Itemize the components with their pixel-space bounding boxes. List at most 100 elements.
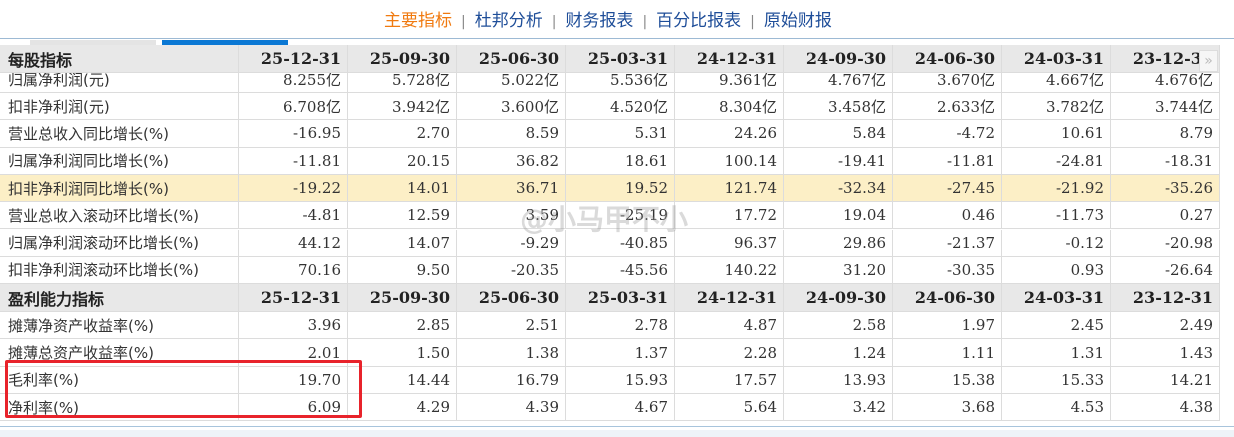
row-value: 13.93 xyxy=(784,366,893,393)
nav-separator: | xyxy=(750,14,755,30)
date-column-header[interactable]: 25-06-30 xyxy=(457,45,566,72)
row-value: 2.85 xyxy=(348,312,457,339)
table-row[interactable]: 营业总收入同比增长(%) -16.95 2.70 8.59 5.31 24.26 5.84-… xyxy=(0,120,1220,148)
row-value: -27.45 xyxy=(893,174,1002,202)
table-row[interactable]: 归属净利润(元) 8.255亿 5.728亿 5.022亿 5.536亿 9.361亿 4.… xyxy=(0,73,1220,93)
date-column-header[interactable]: 23-12-31 xyxy=(1111,284,1220,312)
date-column-header[interactable]: 24-09-30 xyxy=(784,284,893,312)
row-label: 扣非净利润(元) xyxy=(0,93,239,120)
row-value: 9.361亿 xyxy=(675,73,784,92)
row-value: 36.71 xyxy=(457,174,566,202)
row-label: 归属净利润滚动环比增长(%) xyxy=(0,229,239,256)
row-label: 归属净利润同比增长(%) xyxy=(0,147,239,174)
scroll-right-button[interactable]: » xyxy=(1199,50,1218,72)
date-column-header[interactable]: 24-06-30 xyxy=(893,284,1002,312)
table-row[interactable]: 归属净利润同比增长(%) -11.81 20.15 36.82 18.61 100.14-… xyxy=(0,147,1220,175)
row-value: 1.43 xyxy=(1111,339,1220,366)
row-label: 摊薄净资产收益率(%) xyxy=(0,312,239,339)
row-value: 5.022亿 xyxy=(457,73,566,92)
date-column-header[interactable]: 25-09-30 xyxy=(348,284,457,312)
row-value: -19.41 xyxy=(784,147,893,174)
row-value: -32.34 xyxy=(784,174,893,202)
row-label: 扣非净利润滚动环比增长(%) xyxy=(0,256,239,284)
row-value: 15.33 xyxy=(1002,366,1111,393)
row-value: -20.98 xyxy=(1111,229,1220,256)
row-value: 14.01 xyxy=(348,174,457,202)
date-column-header[interactable]: 24-09-30 xyxy=(784,45,893,72)
row-value: 1.37 xyxy=(566,339,675,366)
row-value: -16.95 xyxy=(239,120,348,147)
table-row[interactable]: 扣非净利润同比增长(%) -19.22 14.01 36.71 19.52 121.74-… xyxy=(0,174,1220,203)
nav-tab-0[interactable]: 主要指标 xyxy=(384,11,452,31)
date-column-header[interactable]: 25-09-30 xyxy=(348,45,457,72)
row-value: 2.49 xyxy=(1111,312,1220,339)
row-value: 5.728亿 xyxy=(348,73,457,92)
row-value: 10.61 xyxy=(1002,120,1111,147)
row-value: 5.64 xyxy=(675,394,784,421)
row-value: 6.708亿 xyxy=(239,93,348,120)
date-column-header[interactable]: 24-12-31 xyxy=(675,284,784,312)
row-value: 15.38 xyxy=(893,366,1002,393)
row-value: 36.82 xyxy=(457,147,566,174)
nav-tab-2[interactable]: 财务报表 xyxy=(565,11,633,31)
row-label: 扣非净利润同比增长(%) xyxy=(0,174,239,202)
row-value: -11.73 xyxy=(1002,202,1111,229)
date-column-header[interactable]: 25-12-31 xyxy=(239,284,348,312)
row-value: 4.87 xyxy=(675,312,784,339)
row-value: 29.86 xyxy=(784,229,893,256)
row-value: 4.38 xyxy=(1111,394,1220,421)
row-value: 18.61 xyxy=(566,147,675,174)
row-value: 4.520亿 xyxy=(566,93,675,120)
row-value: 5.84 xyxy=(784,120,893,147)
section-title: 盈利能力指标 xyxy=(0,284,239,312)
row-value: 4.667亿 xyxy=(1002,73,1111,92)
section-header-row: 盈利能力指标 25-12-31 25-09-30 25-06-30 25-03-31 24… xyxy=(0,284,1220,313)
row-value: 16.79 xyxy=(457,366,566,393)
date-column-header[interactable]: 24-06-30 xyxy=(893,45,1002,72)
row-value: 1.11 xyxy=(893,339,1002,366)
date-column-header[interactable]: 25-03-31 xyxy=(566,284,675,312)
row-value: 14.21 xyxy=(1111,366,1220,393)
date-column-header[interactable]: 24-03-31 xyxy=(1002,45,1111,72)
table-row[interactable]: 摊薄净资产收益率(%) 3.96 2.85 2.51 2.78 4.87 2.58 1.97 2… xyxy=(0,312,1220,340)
row-value: 4.676亿 xyxy=(1111,73,1220,92)
nav-tab-1[interactable]: 杜邦分析 xyxy=(475,11,543,31)
row-value: 2.70 xyxy=(348,120,457,147)
date-column-header[interactable]: 25-03-31 xyxy=(566,45,675,72)
row-value: 2.45 xyxy=(1002,312,1111,339)
row-value: -45.56 xyxy=(566,256,675,284)
row-value: 70.16 xyxy=(239,256,348,284)
table-row[interactable]: 扣非净利润滚动环比增长(%) 70.16 9.50 -20.35 -45.56 140.2… xyxy=(0,256,1220,285)
row-value: 2.78 xyxy=(566,312,675,339)
row-value: -9.29 xyxy=(457,229,566,256)
divider xyxy=(0,38,1234,39)
row-value: 0.46 xyxy=(893,202,1002,229)
row-value: 3.59 xyxy=(457,202,566,229)
date-column-header[interactable]: 24-12-31 xyxy=(675,45,784,72)
table-row[interactable]: 扣非净利润(元) 6.708亿 3.942亿 3.600亿 4.520亿 8.304亿 3.… xyxy=(0,93,1220,121)
row-value: -26.64 xyxy=(1111,256,1220,284)
row-value: 3.744亿 xyxy=(1111,93,1220,120)
row-value: -4.81 xyxy=(239,202,348,229)
row-value: 1.97 xyxy=(893,312,1002,339)
row-value: 1.24 xyxy=(784,339,893,366)
row-value: -24.81 xyxy=(1002,147,1111,174)
row-value: 96.37 xyxy=(675,229,784,256)
date-column-header[interactable]: 25-12-31 xyxy=(239,45,348,72)
row-value: 3.458亿 xyxy=(784,93,893,120)
row-value: 3.42 xyxy=(784,394,893,421)
row-value: 4.53 xyxy=(1002,394,1111,421)
nav-separator: | xyxy=(551,14,557,30)
row-value: 3.96 xyxy=(239,312,348,339)
row-value: -30.35 xyxy=(893,256,1002,284)
date-column-header[interactable]: 24-03-31 xyxy=(1002,284,1111,312)
nav-tab-3[interactable]: 百分比报表 xyxy=(656,11,741,31)
row-value: 0.93 xyxy=(1002,256,1111,284)
row-value: 3.942亿 xyxy=(348,93,457,120)
top-nav: 主要指标 | 杜邦分析 | 财务报表 | 百分比报表 | 原始财报 xyxy=(384,6,832,31)
date-column-header[interactable]: 25-06-30 xyxy=(457,284,566,312)
table-row[interactable]: 营业总收入滚动环比增长(%) -4.81 12.59 3.59 -25.19 17.72 1… xyxy=(0,202,1220,230)
table-row[interactable]: 归属净利润滚动环比增长(%) 44.12 14.07 -9.29 -40.85 96.37… xyxy=(0,229,1220,257)
row-value: 17.57 xyxy=(675,366,784,393)
nav-tab-4[interactable]: 原始财报 xyxy=(764,11,832,31)
